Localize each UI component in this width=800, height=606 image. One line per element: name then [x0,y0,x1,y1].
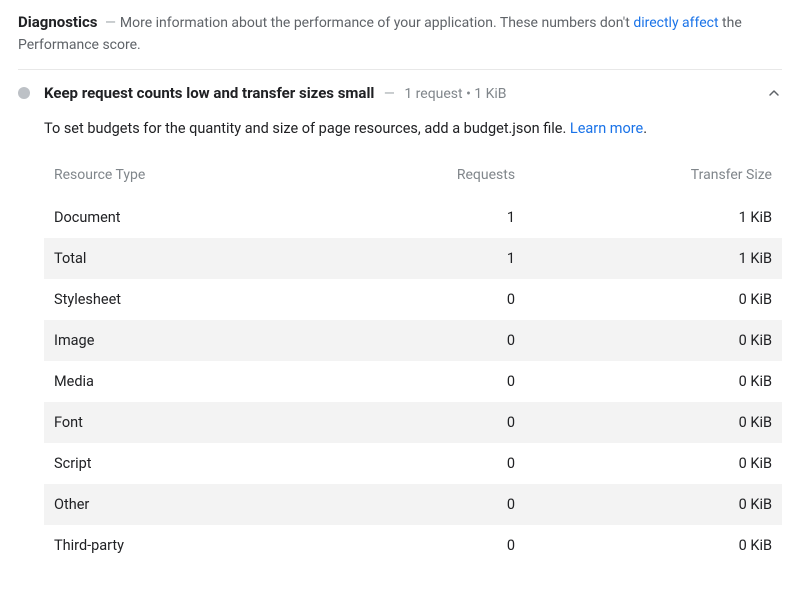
cell-requests: 0 [327,320,525,361]
cell-requests: 1 [327,197,525,238]
cell-resource: Font [44,402,327,443]
cell-requests: 0 [327,484,525,525]
table-header-row: Resource Type Requests Transfer Size [44,159,782,197]
resource-table: Resource Type Requests Transfer Size Doc… [44,159,782,566]
cell-size: 0 KiB [525,279,782,320]
diagnostics-title: Diagnostics [18,13,97,31]
table-row: Document11 KiB [44,197,782,238]
audit-header-row[interactable]: Keep request counts low and transfer siz… [18,70,782,110]
cell-size: 0 KiB [525,320,782,361]
col-header-requests: Requests [327,159,525,197]
audit-desc-suffix: . [643,120,647,137]
cell-size: 0 KiB [525,484,782,525]
audit-desc-prefix: To set budgets for the quantity and size… [44,120,570,137]
cell-requests: 0 [327,525,525,566]
diagnostics-description: —More information about the performance … [18,15,742,53]
cell-resource: Third-party [44,525,327,566]
cell-size: 0 KiB [525,361,782,402]
cell-requests: 0 [327,402,525,443]
cell-size: 0 KiB [525,443,782,484]
cell-requests: 0 [327,361,525,402]
cell-resource: Script [44,443,327,484]
audit-header-text: Keep request counts low and transfer siz… [44,84,507,102]
col-header-resource: Resource Type [44,159,327,197]
table-row: Font00 KiB [44,402,782,443]
audit-title: Keep request counts low and transfer siz… [44,84,374,102]
cell-resource: Document [44,197,327,238]
table-row: Total11 KiB [44,238,782,279]
table-row: Script00 KiB [44,443,782,484]
table-row: Stylesheet00 KiB [44,279,782,320]
cell-size: 1 KiB [525,238,782,279]
col-header-size: Transfer Size [525,159,782,197]
cell-requests: 0 [327,279,525,320]
cell-size: 1 KiB [525,197,782,238]
cell-requests: 1 [327,238,525,279]
cell-resource: Image [44,320,327,361]
table-row: Other00 KiB [44,484,782,525]
cell-requests: 0 [327,443,525,484]
diagnostics-header: Diagnostics —More information about the … [18,10,782,70]
directly-affect-link[interactable]: directly affect [633,15,718,31]
status-dot-icon [18,87,30,99]
table-row: Media00 KiB [44,361,782,402]
cell-resource: Media [44,361,327,402]
chevron-up-icon[interactable] [766,85,782,101]
table-row: Image00 KiB [44,320,782,361]
cell-size: 0 KiB [525,402,782,443]
diagnostics-desc-prefix: More information about the performance o… [120,15,633,31]
cell-resource: Other [44,484,327,525]
cell-resource: Stylesheet [44,279,327,320]
cell-size: 0 KiB [525,525,782,566]
dash-icon: — [105,15,116,31]
table-row: Third-party00 KiB [44,525,782,566]
audit-description: To set budgets for the quantity and size… [44,120,782,137]
learn-more-link[interactable]: Learn more [570,120,643,137]
cell-resource: Total [44,238,327,279]
audit-body: To set budgets for the quantity and size… [18,120,782,566]
dash-icon: — [384,86,395,102]
audit-summary: 1 request • 1 KiB [404,86,506,102]
